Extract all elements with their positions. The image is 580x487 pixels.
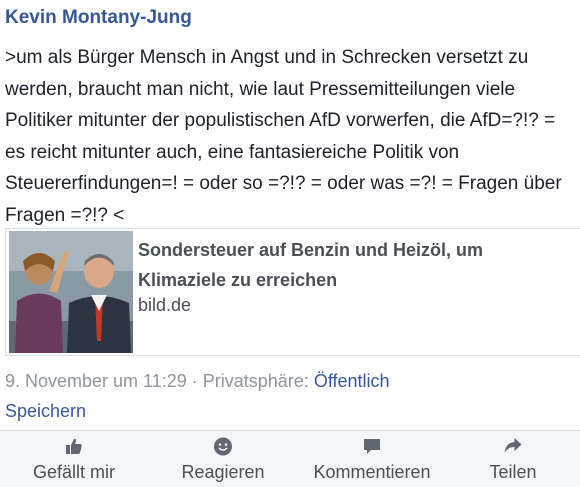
meta-separator: ·: [186, 371, 203, 391]
save-post-link[interactable]: Speichern: [5, 401, 86, 422]
comment-icon: [363, 437, 381, 460]
post-timestamp[interactable]: 9. November um 11:29: [5, 371, 187, 391]
react-label: Reagieren: [181, 462, 265, 482]
share-icon: [504, 437, 523, 459]
post-author-name[interactable]: Kevin Montany-Jung: [5, 7, 192, 29]
post-action-bar: Gefällt mir Reagieren Kommentieren Teile…: [0, 431, 580, 487]
thumbs-up-icon: [65, 437, 83, 460]
react-button[interactable]: Reagieren: [148, 431, 298, 487]
privacy-label: Privatsphäre:: [202, 371, 314, 391]
privacy-value-link[interactable]: Öffentlich: [314, 371, 390, 391]
smiley-icon: [214, 437, 233, 461]
link-thumbnail-image[interactable]: [9, 231, 133, 353]
like-label: Gefällt mir: [32, 462, 115, 482]
link-title[interactable]: Sondersteuer auf Benzin und Heizöl, um K…: [138, 235, 558, 295]
post-meta: 9. November um 11:29 · Privatsphäre: Öff…: [5, 371, 390, 392]
like-button[interactable]: Gefällt mir: [0, 431, 148, 487]
link-domain: bild.de: [138, 295, 192, 315]
comment-button[interactable]: Kommentieren: [298, 431, 446, 487]
post-body-text: >um als Bürger Mensch in Angst und in Sc…: [5, 47, 567, 226]
share-button[interactable]: Teilen: [446, 431, 580, 487]
comment-label: Kommentieren: [313, 462, 431, 482]
link-preview-card[interactable]: Sondersteuer auf Benzin und Heizöl, um K…: [5, 228, 580, 356]
share-label: Teilen: [489, 462, 537, 482]
